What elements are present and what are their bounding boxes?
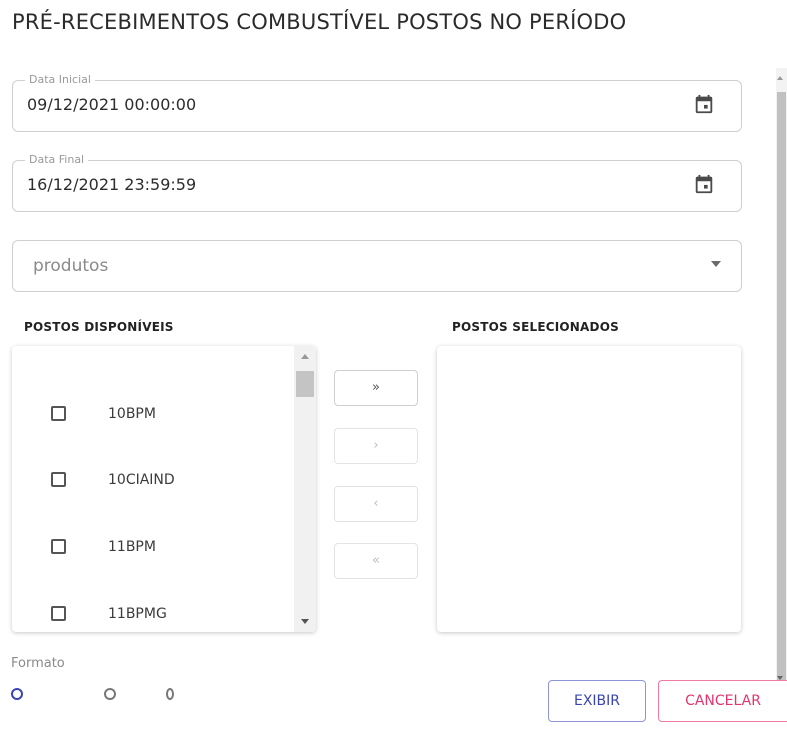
- data-inicial-value[interactable]: 09/12/2021 00:00:00: [27, 95, 196, 114]
- list-item-label: 11BPM: [108, 539, 156, 555]
- formato-label: Formato: [11, 656, 65, 671]
- list-item[interactable]: 10BPM: [12, 394, 292, 434]
- page-title: PRÉ-RECEBIMENTOS COMBUSTÍVEL POSTOS NO P…: [12, 10, 627, 34]
- data-final-value[interactable]: 16/12/2021 23:59:59: [27, 175, 196, 194]
- postos-disponiveis-header: POSTOS DISPONÍVEIS: [24, 320, 174, 334]
- postos-selecionados-header: POSTOS SELECIONADOS: [452, 320, 619, 334]
- scroll-thumb[interactable]: [777, 92, 786, 702]
- remove-selected-button[interactable]: ‹: [334, 486, 418, 522]
- scroll-up-icon[interactable]: [301, 354, 309, 359]
- checkbox[interactable]: [51, 472, 66, 487]
- list-item-label: 11BPMG: [108, 606, 167, 622]
- page-scrollbar[interactable]: [776, 68, 787, 702]
- list-item[interactable]: 11BPMG: [12, 594, 292, 632]
- data-inicial-field[interactable]: Data Inicial 09/12/2021 00:00:00: [12, 73, 742, 132]
- list-item-label: 10BPM: [108, 406, 156, 422]
- checkbox[interactable]: [51, 539, 66, 554]
- chevron-down-icon[interactable]: [711, 261, 721, 267]
- data-inicial-label: Data Inicial: [25, 73, 95, 86]
- remove-all-button[interactable]: «: [334, 543, 418, 579]
- data-final-field[interactable]: Data Final 16/12/2021 23:59:59: [12, 153, 742, 212]
- formato-radio-2[interactable]: [104, 688, 116, 700]
- postos-disponiveis-list[interactable]: 10BPM 10CIAIND 11BPM 11BPMG: [12, 346, 316, 632]
- calendar-icon[interactable]: [693, 173, 715, 195]
- add-selected-button[interactable]: ›: [334, 428, 418, 464]
- exibir-button[interactable]: EXIBIR: [548, 680, 646, 722]
- formato-radio-3[interactable]: [166, 688, 174, 700]
- produtos-select[interactable]: produtos: [12, 240, 742, 292]
- postos-selecionados-list[interactable]: [437, 346, 741, 632]
- calendar-icon[interactable]: [693, 93, 715, 115]
- list-item-label: 10CIAIND: [108, 472, 175, 488]
- checkbox[interactable]: [51, 606, 66, 621]
- data-final-label: Data Final: [25, 153, 89, 166]
- checkbox[interactable]: [51, 406, 66, 421]
- scroll-up-icon[interactable]: [777, 76, 783, 80]
- list-item[interactable]: 10CIAIND: [12, 460, 292, 500]
- scroll-down-icon[interactable]: [301, 619, 309, 624]
- produtos-placeholder: produtos: [33, 256, 109, 276]
- formato-radio-1[interactable]: [11, 688, 23, 700]
- list-item[interactable]: 11BPM: [12, 527, 292, 567]
- list-scrollbar[interactable]: [294, 346, 316, 632]
- add-all-button[interactable]: »: [334, 370, 418, 406]
- scroll-thumb[interactable]: [296, 371, 314, 397]
- cancelar-button[interactable]: CANCELAR: [658, 680, 787, 722]
